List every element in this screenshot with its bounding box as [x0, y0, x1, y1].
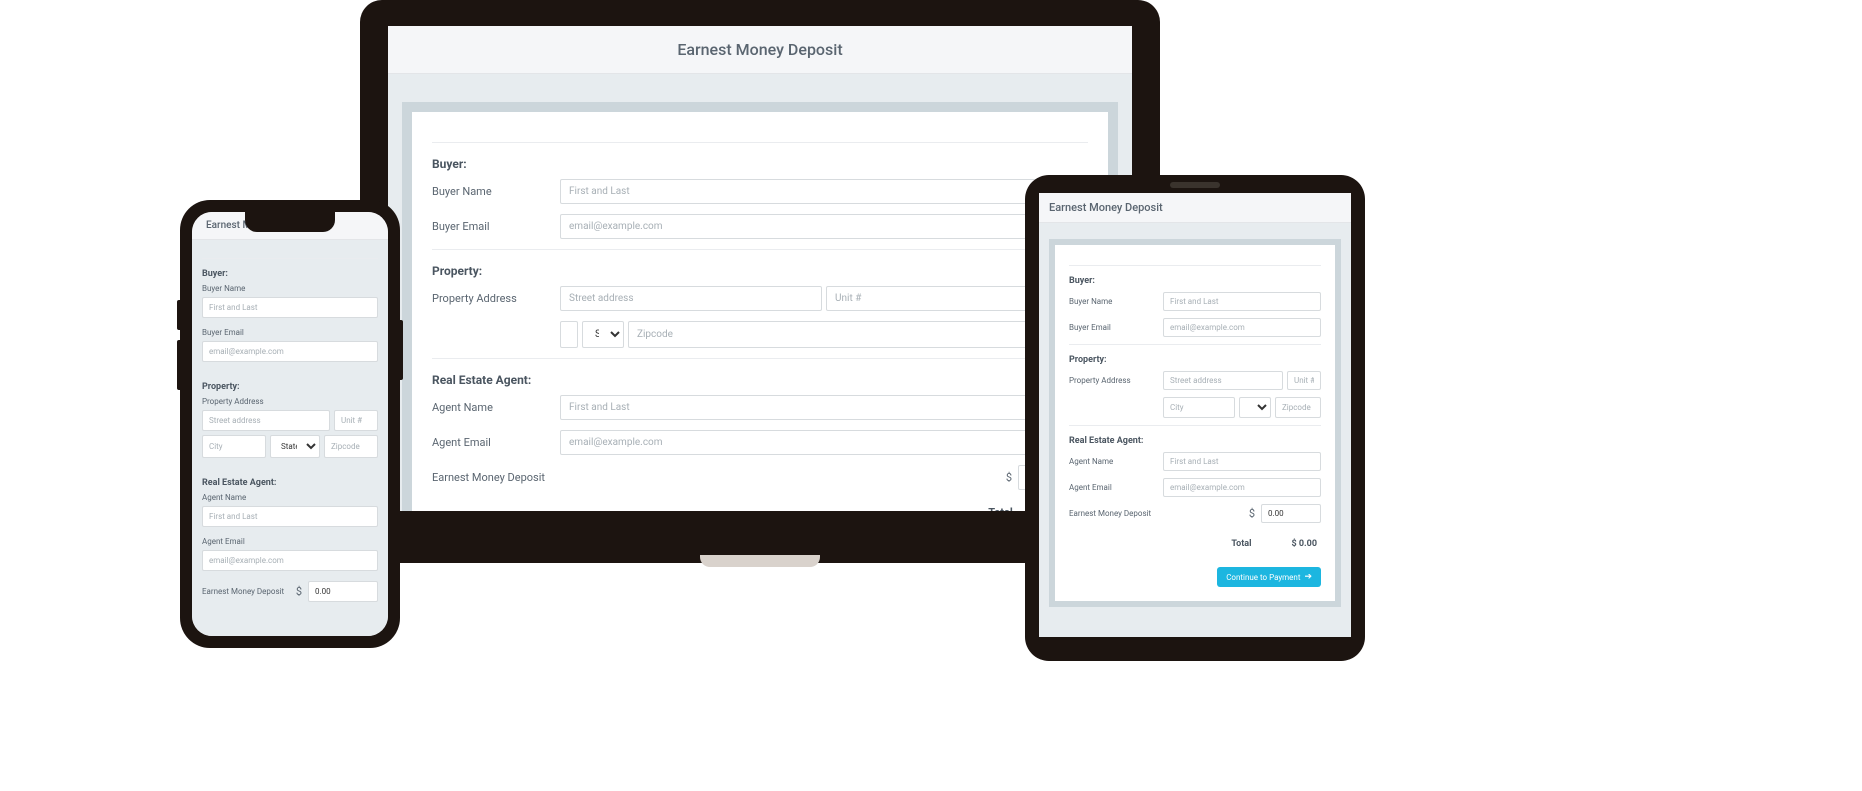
laptop-notch — [700, 555, 820, 567]
property-address-label: Property Address — [1069, 376, 1155, 385]
section-property-title: Property: — [1069, 344, 1321, 365]
tablet-screen: Earnest Money Deposit Buyer: Buyer Name … — [1039, 193, 1351, 637]
state-select[interactable]: Sta — [582, 321, 624, 348]
continue-button[interactable]: Continue to Payment ➔ — [1217, 567, 1321, 587]
form-card: Buyer: Buyer Name Buyer Email Property: … — [1049, 239, 1341, 607]
agent-name-input[interactable] — [202, 506, 378, 527]
agent-email-input[interactable] — [202, 550, 378, 571]
agent-name-label: Agent Name — [432, 401, 550, 414]
city-input[interactable] — [202, 435, 266, 458]
agent-name-label: Agent Name — [202, 493, 378, 502]
deposit-label: Earnest Money Deposit — [432, 471, 996, 484]
section-agent-title: Real Estate Agent: — [1069, 425, 1321, 446]
agent-name-row: Agent Name — [432, 395, 1088, 420]
deposit-input[interactable] — [1261, 504, 1321, 523]
agent-email-label: Agent Email — [202, 537, 378, 546]
unit-input[interactable] — [1287, 371, 1321, 390]
zip-input[interactable] — [1275, 397, 1321, 418]
agent-email-row: Agent Email — [432, 430, 1088, 455]
agent-email-label: Agent Email — [1069, 483, 1155, 492]
buyer-email-input[interactable] — [560, 214, 1088, 239]
buyer-name-row: Buyer Name — [432, 179, 1088, 204]
property-address-label: Property Address — [202, 397, 378, 406]
page-title: Earnest Money Deposit — [1039, 193, 1351, 223]
city-input[interactable] — [560, 321, 578, 348]
currency-symbol: $ — [1249, 507, 1255, 520]
unit-input[interactable] — [334, 410, 378, 431]
phone-notch — [245, 212, 335, 232]
city-input[interactable] — [1163, 397, 1235, 418]
total-value: $ 0.00 — [1291, 539, 1317, 549]
state-select[interactable]: State — [270, 435, 320, 458]
app-body: Buyer: Buyer Name Buyer Email Property: … — [192, 240, 388, 636]
zip-input[interactable] — [324, 435, 378, 458]
buyer-name-input[interactable] — [560, 179, 1088, 204]
currency-symbol: $ — [1006, 471, 1012, 484]
form-card: Buyer: Buyer Name Buyer Email Property: … — [402, 102, 1118, 511]
buyer-name-label: Buyer Name — [202, 284, 378, 293]
buyer-name-label: Buyer Name — [1069, 297, 1155, 306]
buyer-name-label: Buyer Name — [432, 185, 550, 198]
phone-device-frame: Earnest Money Deposit Buyer: Buyer Name … — [180, 200, 400, 648]
tablet-camera — [1170, 182, 1220, 188]
property-address-row-2: Sta — [432, 321, 1088, 348]
deposit-row: Earnest Money Deposit $ — [432, 465, 1088, 490]
agent-email-input[interactable] — [560, 430, 1088, 455]
section-buyer-title: Buyer: — [432, 142, 1088, 171]
street-input[interactable] — [560, 286, 822, 311]
section-buyer-title: Buyer: — [1069, 265, 1321, 286]
phone-side-button — [400, 320, 403, 380]
deposit-input[interactable] — [308, 581, 378, 602]
continue-button-label: Continue to Payment — [1226, 573, 1300, 582]
section-property-title: Property: — [432, 249, 1088, 278]
section-buyer-title: Buyer: — [202, 258, 378, 279]
deposit-label: Earnest Money Deposit — [202, 587, 292, 596]
currency-symbol: $ — [296, 585, 302, 598]
tablet-bezel: Earnest Money Deposit Buyer: Buyer Name … — [1025, 175, 1365, 661]
buyer-email-input[interactable] — [202, 341, 378, 362]
section-agent-title: Real Estate Agent: — [432, 358, 1088, 387]
property-address-label: Property Address — [432, 292, 550, 305]
buyer-name-input[interactable] — [202, 297, 378, 318]
total-row: Total $ 0.00 — [432, 506, 1088, 511]
buyer-email-label: Buyer Email — [1069, 323, 1155, 332]
section-agent-title: Real Estate Agent: — [202, 468, 378, 488]
app-body: Buyer: Buyer Name Buyer Email Property: … — [388, 74, 1132, 511]
app-body: Buyer: Buyer Name Buyer Email Property: … — [1039, 223, 1351, 637]
agent-email-label: Agent Email — [432, 436, 550, 449]
total-label: Total — [1231, 539, 1251, 549]
phone-screen: Earnest Money Deposit Buyer: Buyer Name … — [192, 212, 388, 636]
agent-email-input[interactable] — [1163, 478, 1321, 497]
buyer-email-label: Buyer Email — [432, 220, 550, 233]
agent-name-input[interactable] — [560, 395, 1088, 420]
phone-bezel: Earnest Money Deposit Buyer: Buyer Name … — [180, 200, 400, 648]
buyer-email-row: Buyer Email — [432, 214, 1088, 239]
total-label: Total — [988, 506, 1013, 511]
deposit-label: Earnest Money Deposit — [1069, 509, 1241, 518]
buyer-email-input[interactable] — [1163, 318, 1321, 337]
street-input[interactable] — [1163, 371, 1283, 390]
property-address-row: Property Address — [432, 286, 1088, 311]
agent-name-label: Agent Name — [1069, 457, 1155, 466]
buyer-email-label: Buyer Email — [202, 328, 378, 337]
page-title: Earnest Money Deposit — [388, 26, 1132, 74]
arrow-right-icon: ➔ — [1304, 572, 1312, 582]
form-card: Buyer: Buyer Name Buyer Email Property: … — [198, 258, 382, 602]
state-select[interactable]: St — [1239, 397, 1271, 418]
buyer-name-input[interactable] — [1163, 292, 1321, 311]
section-property-title: Property: — [202, 372, 378, 392]
zip-input[interactable] — [628, 321, 1088, 348]
tablet-device-frame: Earnest Money Deposit Buyer: Buyer Name … — [1025, 175, 1365, 661]
agent-name-input[interactable] — [1163, 452, 1321, 471]
street-input[interactable] — [202, 410, 330, 431]
laptop-screen: Earnest Money Deposit Buyer: Buyer Name … — [388, 26, 1132, 511]
